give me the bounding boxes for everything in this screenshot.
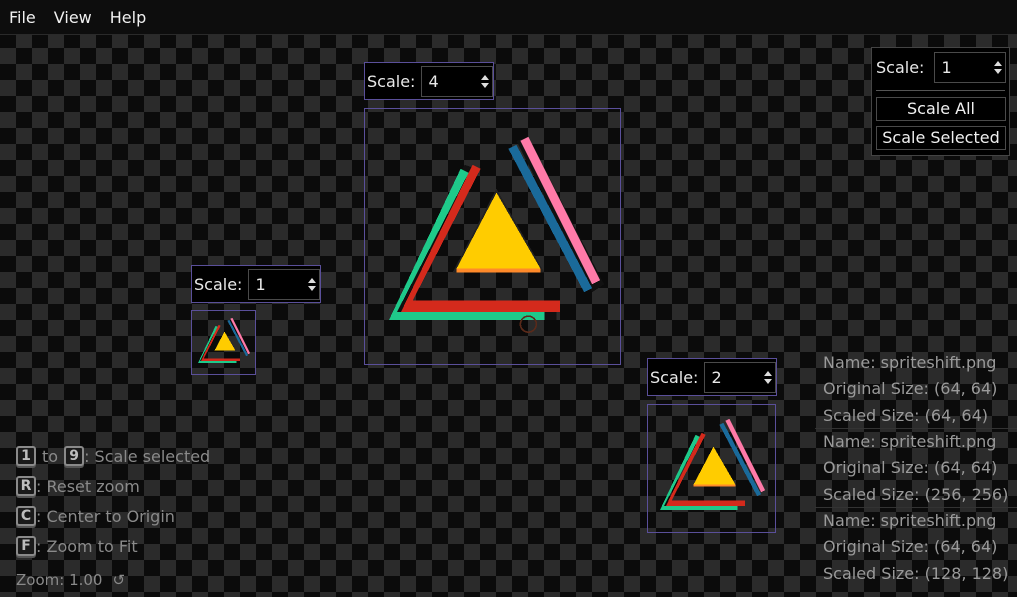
scale-all-button[interactable]: Scale All: [876, 97, 1006, 121]
key-1-icon: 1: [16, 446, 36, 466]
scale-selected-button[interactable]: Scale Selected: [876, 126, 1006, 150]
sprite-scale-widget: Scale: 4: [364, 62, 494, 100]
help-zoom-fit: F : Zoom to Fit: [16, 536, 138, 556]
sprite-small[interactable]: [191, 310, 256, 375]
menu-file[interactable]: File: [0, 8, 45, 27]
panel-divider: [876, 90, 1005, 91]
sprite-scale-widget: Scale: 1: [191, 265, 321, 303]
menu-view[interactable]: View: [45, 8, 101, 27]
key-r-icon: R: [16, 476, 36, 496]
sprite-large[interactable]: [364, 108, 621, 365]
help-to: to: [42, 446, 59, 466]
info-original-size: Original Size: (64, 64): [823, 537, 998, 557]
info-original-size: Original Size: (64, 64): [823, 379, 998, 399]
help-center-text: : Center to Origin: [36, 506, 175, 526]
scale-spinbox[interactable]: 2: [704, 361, 776, 393]
help-zoom-fit-text: : Zoom to Fit: [36, 536, 138, 556]
scale-value: 2: [711, 367, 722, 387]
help-reset-zoom-text: : Reset zoom: [36, 476, 140, 496]
scale-value: 1: [255, 274, 266, 294]
info-name: Name: spriteshift.png: [823, 353, 997, 372]
help-center-origin: C : Center to Origin: [16, 506, 175, 526]
key-9-icon: 9: [64, 446, 85, 466]
help-scale-selected-text: : Scale selected: [84, 446, 211, 466]
menu-bar: File View Help: [0, 0, 1017, 35]
key-c-icon: C: [16, 506, 36, 526]
info-original-size: Original Size: (64, 64): [823, 458, 998, 478]
info-scaled-size: Scaled Size: (128, 128): [823, 563, 1009, 583]
spin-arrows-icon[interactable]: [479, 69, 491, 94]
triangle-logo-icon: [659, 418, 766, 511]
reset-zoom-icon[interactable]: ↺: [112, 571, 125, 589]
sprite-info-1: Name: spriteshift.png Original Size: (64…: [823, 350, 1017, 429]
spin-arrows-icon[interactable]: [306, 272, 318, 297]
panel-scale-row: Scale: 1: [876, 52, 1007, 83]
sprite-info-3: Name: spriteshift.png Original Size: (64…: [823, 508, 1017, 587]
sprite-medium[interactable]: [647, 404, 776, 533]
help-scale-selected: 1 to 9 : Scale selected: [16, 446, 210, 466]
scale-label: Scale:: [194, 274, 243, 294]
triangle-logo-icon: [388, 136, 605, 333]
info-name: Name: spriteshift.png: [823, 511, 997, 530]
spin-arrows-icon[interactable]: [762, 365, 774, 390]
zoom-text: Zoom: 1.00: [16, 571, 103, 589]
panel-scale-spinbox[interactable]: 1: [934, 52, 1007, 83]
panel-scale-label: Scale:: [876, 58, 925, 77]
info-name: Name: spriteshift.png: [823, 432, 997, 451]
zoom-readout: Zoom: 1.00 ↺: [16, 571, 125, 589]
scale-value: 4: [428, 71, 439, 91]
scale-spinbox[interactable]: 4: [421, 65, 493, 97]
panel-scale-value: 1: [941, 58, 952, 77]
scale-spinbox[interactable]: 1: [248, 268, 320, 300]
menu-help[interactable]: Help: [101, 8, 155, 27]
help-reset-zoom: R : Reset zoom: [16, 476, 140, 496]
spin-arrows-icon[interactable]: [992, 55, 1004, 80]
key-f-icon: F: [16, 536, 36, 556]
sprite-scale-widget: Scale: 2: [647, 358, 777, 396]
scale-panel: Scale: 1 Scale All Scale Selected: [871, 47, 1010, 156]
triangle-logo-icon: [197, 317, 251, 364]
info-scaled-size: Scaled Size: (256, 256): [823, 484, 1009, 504]
sprite-info-2: Name: spriteshift.png Original Size: (64…: [823, 429, 1017, 508]
scale-label: Scale:: [650, 367, 699, 387]
info-scaled-size: Scaled Size: (64, 64): [823, 405, 988, 425]
scale-label: Scale:: [367, 71, 416, 91]
